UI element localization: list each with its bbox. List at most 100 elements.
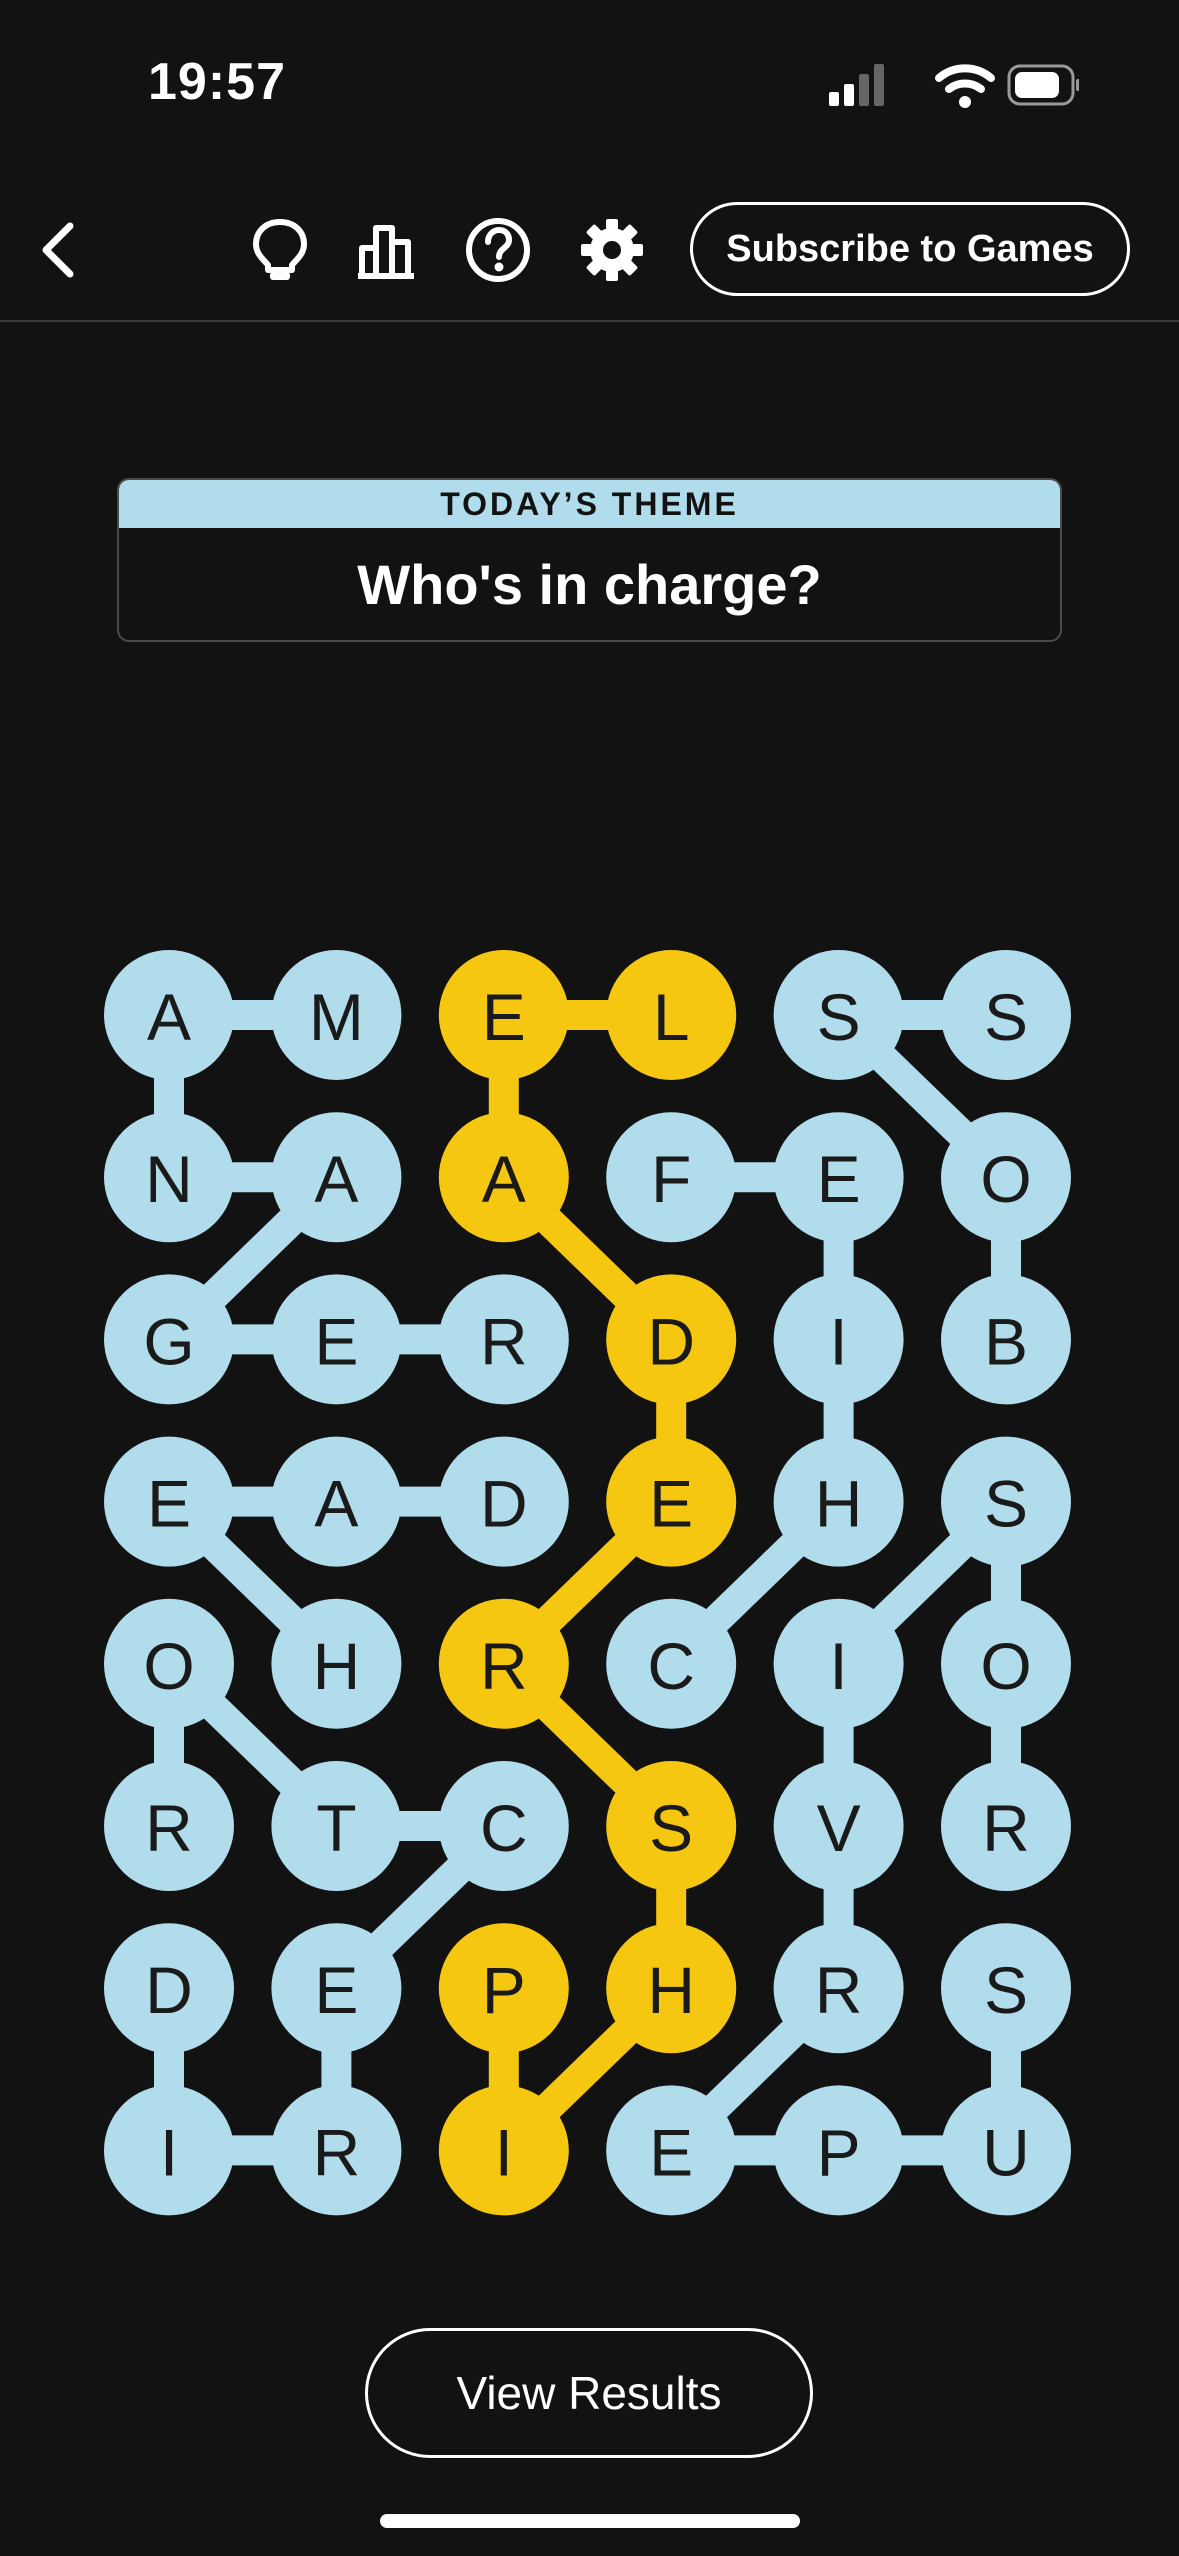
letter-cell-r0-c1[interactable]: M (271, 950, 402, 1080)
settings-gear-icon (581, 219, 643, 281)
letter-text: R (145, 1791, 193, 1865)
letter-text: F (651, 1142, 691, 1216)
letter-text: S (984, 980, 1028, 1054)
stats-chart-icon (358, 225, 414, 279)
stats-button[interactable] (350, 212, 426, 288)
letter-cell-r0-c0[interactable]: A (104, 950, 234, 1080)
letter-text: R (982, 1791, 1030, 1865)
letter-cell-r3-c5[interactable]: S (941, 1436, 1071, 1567)
letter-text: P (817, 2115, 861, 2189)
letter-text: G (143, 1304, 194, 1378)
letter-text: H (647, 1953, 695, 2027)
back-button[interactable] (22, 212, 98, 288)
letter-cell-r2-c4[interactable]: I (773, 1274, 904, 1405)
letter-cell-r5-c0[interactable]: R (104, 1761, 234, 1891)
letter-text: S (984, 1953, 1028, 2027)
letter-text: R (313, 2115, 361, 2189)
letter-cell-r1-c2[interactable]: A (438, 1112, 569, 1243)
letter-cell-r4-c1[interactable]: H (271, 1598, 402, 1729)
letter-cell-r1-c5[interactable]: O (941, 1112, 1071, 1243)
letter-cell-r2-c1[interactable]: E (271, 1274, 402, 1405)
letter-cell-r5-c5[interactable]: R (941, 1761, 1071, 1891)
letter-cell-r3-c0[interactable]: E (104, 1436, 234, 1567)
letter-text: S (984, 1467, 1028, 1541)
letter-cell-r5-c1[interactable]: T (271, 1761, 402, 1891)
letter-cell-r5-c4[interactable]: V (773, 1761, 904, 1891)
back-chevron-icon (42, 222, 74, 278)
battery-icon (1007, 64, 1080, 106)
letter-cell-r2-c3[interactable]: D (606, 1274, 737, 1405)
letter-cell-r6-c2[interactable]: P (438, 1923, 569, 2054)
hint-button[interactable] (242, 212, 318, 288)
letter-grid: A M E L S S N A A F E O G E R D I B E A D E H S O H R C I O R T C S V R D E P H… (104, 950, 1071, 2216)
settings-button[interactable] (574, 212, 650, 288)
subscribe-button[interactable]: Subscribe to Games (690, 202, 1130, 296)
letter-cell-r1-c3[interactable]: F (606, 1112, 737, 1243)
letter-cell-r4-c0[interactable]: O (104, 1598, 234, 1729)
letter-text: C (647, 1629, 695, 1703)
letter-text: N (145, 1142, 193, 1216)
letter-cell-r1-c1[interactable]: A (271, 1112, 402, 1243)
letter-cell-r7-c2[interactable]: I (438, 2085, 569, 2216)
letter-text: E (314, 1953, 358, 2027)
letter-cell-r2-c2[interactable]: R (438, 1274, 569, 1405)
letter-cell-r6-c0[interactable]: D (104, 1923, 234, 2054)
letter-cell-r7-c4[interactable]: P (773, 2085, 904, 2216)
letter-text: P (482, 1953, 526, 2027)
letter-cell-r6-c4[interactable]: R (773, 1923, 904, 2054)
status-time: 19:57 (148, 53, 286, 111)
letter-text: T (316, 1791, 356, 1865)
letter-cell-r4-c4[interactable]: I (773, 1598, 904, 1729)
letter-text: E (817, 1142, 861, 1216)
letter-text: R (480, 1629, 528, 1703)
status-icons (829, 62, 1080, 112)
letter-cell-r1-c0[interactable]: N (104, 1112, 234, 1243)
letter-text: M (309, 980, 364, 1054)
letter-text: D (145, 1953, 193, 2027)
letter-text: O (980, 1629, 1031, 1703)
letter-cell-r0-c4[interactable]: S (773, 950, 904, 1080)
letter-cell-r7-c5[interactable]: U (941, 2085, 1071, 2216)
letter-text: O (143, 1629, 194, 1703)
letter-text: S (649, 1791, 693, 1865)
letter-text: D (480, 1467, 528, 1541)
letter-cell-r0-c5[interactable]: S (941, 950, 1071, 1080)
letter-cell-r3-c3[interactable]: E (606, 1436, 737, 1567)
letter-cell-r2-c5[interactable]: B (941, 1274, 1071, 1405)
letter-text: I (829, 1304, 847, 1378)
hint-lightbulb-icon (253, 219, 307, 280)
letter-cell-r5-c2[interactable]: C (438, 1761, 569, 1891)
letter-cell-r7-c3[interactable]: E (606, 2085, 737, 2216)
help-button[interactable] (460, 212, 536, 288)
letter-board: A M E L S S N A A F E O G E R D I B E A D E H S O H R C I O R T C S V R D E P H… (104, 950, 1071, 2216)
letter-cell-r7-c1[interactable]: R (271, 2085, 402, 2216)
letter-text: O (980, 1142, 1031, 1216)
letter-cell-r4-c2[interactable]: R (438, 1598, 569, 1729)
letter-cell-r6-c5[interactable]: S (941, 1923, 1071, 2054)
letter-cell-r6-c1[interactable]: E (271, 1923, 402, 2054)
letter-cell-r4-c3[interactable]: C (606, 1598, 737, 1729)
letter-cell-r3-c4[interactable]: H (773, 1436, 904, 1567)
letter-cell-r3-c2[interactable]: D (438, 1436, 569, 1567)
letter-text: E (147, 1467, 191, 1541)
letter-cell-r6-c3[interactable]: H (606, 1923, 737, 2054)
letter-cell-r1-c4[interactable]: E (773, 1112, 904, 1243)
letter-text: B (984, 1304, 1028, 1378)
letter-cell-r7-c0[interactable]: I (104, 2085, 234, 2216)
letter-cell-r5-c3[interactable]: S (606, 1761, 737, 1891)
letter-cell-r0-c2[interactable]: E (438, 950, 569, 1080)
status-bar: 19:57 (0, 0, 1179, 170)
letter-cell-r3-c1[interactable]: A (271, 1436, 402, 1567)
letter-text: A (147, 980, 191, 1054)
letter-text: I (829, 1629, 847, 1703)
cellular-signal-icon (829, 64, 884, 106)
toolbar: Subscribe to Games (0, 190, 1179, 322)
letter-text: A (314, 1467, 358, 1541)
letter-cell-r4-c5[interactable]: O (941, 1598, 1071, 1729)
letter-text: C (480, 1791, 528, 1865)
view-results-button[interactable]: View Results (365, 2328, 813, 2458)
letter-cell-r0-c3[interactable]: L (606, 950, 737, 1080)
letter-text: R (480, 1304, 528, 1378)
theme-card: TODAY’S THEME Who's in charge? (117, 478, 1062, 642)
letter-cell-r2-c0[interactable]: G (104, 1274, 234, 1405)
